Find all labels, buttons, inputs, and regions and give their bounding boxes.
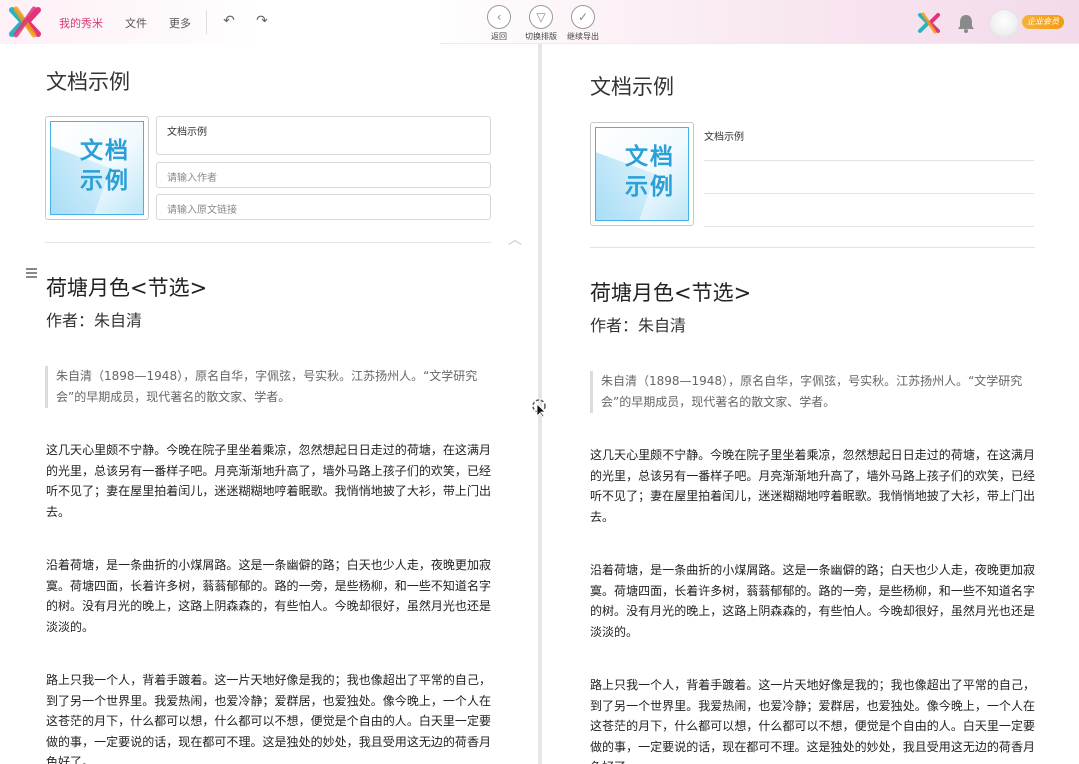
switch-layout-icon: ▽ bbox=[529, 5, 553, 29]
check-circle-icon: ✓ bbox=[571, 5, 595, 29]
paragraph-1[interactable]: 这几天心里颇不宁静。今晚在院子里坐着乘凉，忽然想起日日走过的荷塘，在这满月的光里… bbox=[46, 440, 491, 522]
preview-article-author: 作者：朱自清 bbox=[590, 316, 687, 335]
continue-export-label: 继续导出 bbox=[567, 32, 599, 41]
author-field[interactable]: 请输入作者 bbox=[156, 162, 491, 188]
xiumi-small-logo-icon[interactable] bbox=[917, 12, 941, 34]
paragraph-2[interactable]: 沿着荷塘，是一条曲折的小煤屑路。这是一条幽僻的路；白天也少人走，夜晚更加寂寞。荷… bbox=[46, 555, 491, 637]
cover-text: 文档 示例 bbox=[75, 136, 135, 196]
preview-pane: 文档示例 文档 示例 文档示例 荷塘月色<节选> 作者：朱自清 朱自清（1898… bbox=[542, 44, 1079, 764]
outline-menu-icon[interactable] bbox=[26, 268, 37, 278]
preview-cover-image: 文档 示例 bbox=[590, 122, 694, 226]
editor-pane: 文档示例 文档 示例 文档示例 请输入作者 请输入原文链接 ︿ 荷塘月色<节选>… bbox=[0, 44, 538, 764]
article-title[interactable]: 荷塘月色<节选> bbox=[46, 272, 207, 302]
article-author[interactable]: 作者：朱自清 bbox=[46, 307, 142, 331]
doc-title: 文档示例 bbox=[46, 70, 130, 94]
preview-paragraph-3: 路上只我一个人，背着手踱着。这一片天地好像是我的；我也像超出了平常的自己，到了另… bbox=[590, 678, 1035, 764]
nav-more[interactable]: 更多 bbox=[169, 15, 191, 31]
cover-image[interactable]: 文档 示例 bbox=[45, 116, 149, 220]
enterprise-vip-badge[interactable]: 企业会员 bbox=[1022, 15, 1064, 29]
collapse-caret-icon[interactable]: ︿ bbox=[508, 233, 522, 247]
preview-cover-text-line1: 文档 bbox=[625, 144, 675, 170]
preview-doc-title: 文档示例 bbox=[590, 75, 674, 99]
xiumi-logo-icon[interactable] bbox=[8, 6, 42, 38]
bell-icon[interactable] bbox=[955, 12, 977, 34]
cover-art: 文档 示例 bbox=[50, 121, 144, 215]
preview-link-field bbox=[704, 195, 1034, 227]
top-toolbar: 我的秀米 文件 更多 ↶ ↷ ‹ 返回 ▽ 切换排版 ✓ 继续导出 企业会员 bbox=[0, 0, 1079, 44]
title-field[interactable]: 文档示例 bbox=[156, 116, 491, 155]
preview-article-title: 荷塘月色<节选> bbox=[590, 281, 752, 305]
back-circle-icon: ‹ bbox=[487, 5, 511, 29]
preview-title-field: 文档示例 bbox=[704, 128, 1034, 161]
preview-header-divider bbox=[590, 247, 1035, 248]
cover-text-line1: 文档 bbox=[80, 138, 130, 164]
header-divider bbox=[45, 242, 491, 243]
preview-cover-text-line2: 示例 bbox=[625, 174, 675, 200]
redo-icon[interactable]: ↷ bbox=[253, 12, 271, 30]
toolbar-separator bbox=[206, 10, 207, 34]
nav-my-xiumi[interactable]: 我的秀米 bbox=[59, 15, 103, 31]
preview-cover-art: 文档 示例 bbox=[595, 127, 689, 221]
preview-author-field bbox=[704, 162, 1034, 194]
preview-author-intro-quote: 朱自清（1898—1948），原名自华，字佩弦，号实秋。江苏扬州人。“文学研究会… bbox=[590, 371, 1035, 413]
author-intro-quote[interactable]: 朱自清（1898—1948），原名自华，字佩弦，号实秋。江苏扬州人。“文学研究会… bbox=[45, 366, 490, 408]
preview-paragraph-2: 沿着荷塘，是一条曲折的小煤屑路。这是一条幽僻的路；白天也少人走，夜晚更加寂寞。荷… bbox=[590, 563, 1035, 639]
mouse-cursor-icon bbox=[532, 399, 546, 418]
source-link-field[interactable]: 请输入原文链接 bbox=[156, 194, 491, 220]
cover-text-line2: 示例 bbox=[80, 168, 130, 194]
continue-export-button[interactable]: ✓ 继续导出 bbox=[558, 5, 608, 42]
undo-icon[interactable]: ↶ bbox=[220, 12, 238, 30]
preview-cover-text: 文档 示例 bbox=[620, 142, 680, 202]
preview-paragraph-1: 这几天心里颇不宁静。今晚在院子里坐着乘凉，忽然想起日日走过的荷塘，在这满月的光里… bbox=[590, 448, 1035, 524]
avatar[interactable] bbox=[989, 9, 1019, 39]
nav-file[interactable]: 文件 bbox=[125, 15, 147, 31]
paragraph-3[interactable]: 路上只我一个人，背着手踱着。这一片天地好像是我的；我也像超出了平常的自己，到了另… bbox=[46, 670, 491, 764]
